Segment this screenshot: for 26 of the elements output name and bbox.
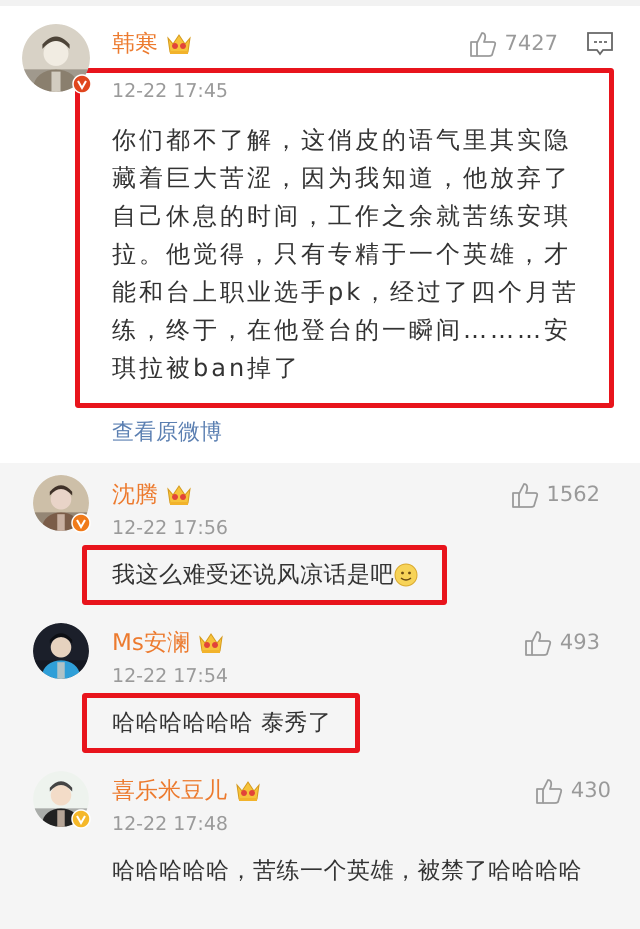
crown-icon <box>166 32 192 56</box>
thumbs-up-icon[interactable] <box>468 30 497 58</box>
timestamp: 12-22 17:48 <box>112 812 230 837</box>
like-count: 1562 <box>546 481 600 508</box>
reply-text: 哈哈哈哈哈，苦练一个英雄，被禁了哈哈哈哈 <box>112 857 582 886</box>
crown-icon <box>198 631 224 655</box>
user-name[interactable]: 沈腾 <box>112 478 158 512</box>
timestamp: 12-22 17:54 <box>112 664 230 689</box>
timestamp: 12-22 17:45 <box>112 79 230 104</box>
thumbs-up-icon[interactable] <box>534 777 563 805</box>
like-count: 493 <box>560 629 600 656</box>
user-name[interactable]: 韩寒 <box>112 26 158 62</box>
user-name[interactable]: Ms安澜 <box>112 626 190 660</box>
view-original-link[interactable]: 查看原微博 <box>112 416 614 449</box>
crown-icon <box>166 483 192 507</box>
thumbs-up-icon[interactable] <box>510 481 539 509</box>
like-count: 430 <box>570 777 611 804</box>
reply-text: 我这么难受还说风凉话是吧 <box>112 561 394 590</box>
comment-icon[interactable] <box>586 31 614 57</box>
timestamp: 12-22 17:56 <box>112 516 230 541</box>
like-count: 7427 <box>504 30 558 58</box>
comment-text: 你们都不了解，这俏皮的语气里其实隐藏着巨大苦涩，因为我知道，他放弃了自己休息的时间，工作之余就苦练安琪拉。他觉得，只有专精于一个英雄，才能和台上职业选手pk，经过了四个月苦练，终于，在他登台的一瞬间………安琪拉被ban掉了 <box>112 125 580 384</box>
crown-icon <box>235 779 261 803</box>
thumbs-up-icon[interactable] <box>524 629 552 657</box>
reply-text: 哈哈哈哈哈哈 泰秀了 <box>112 709 332 738</box>
user-name[interactable]: 喜乐米豆儿 <box>112 774 227 808</box>
